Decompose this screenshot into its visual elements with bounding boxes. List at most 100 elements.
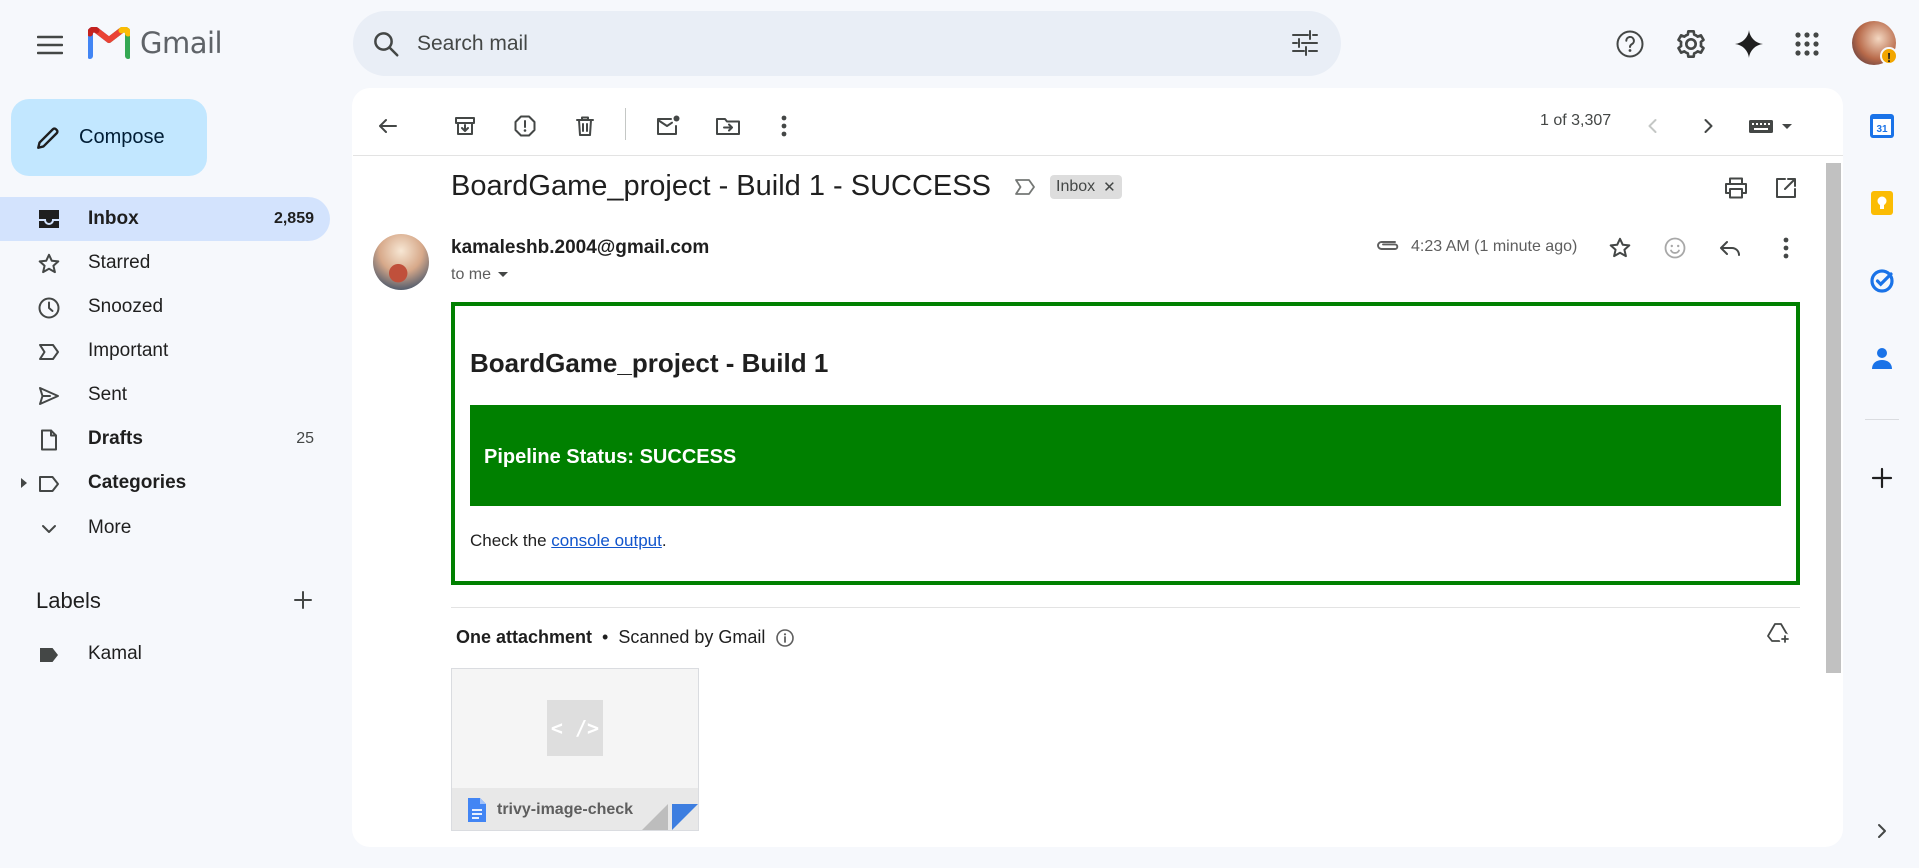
pipeline-status-text: Pipeline Status: SUCCESS [484, 446, 737, 468]
report-spam-button[interactable] [505, 106, 545, 146]
star-message-button[interactable] [1600, 228, 1640, 268]
compose-button[interactable]: Compose [11, 99, 207, 176]
importance-marker[interactable] [1014, 177, 1038, 197]
archive-button[interactable] [445, 106, 485, 146]
draft-count: 25 [296, 430, 314, 447]
sidebar-item-categories[interactable]: Categories [0, 461, 330, 505]
input-tools-button[interactable] [1744, 106, 1800, 146]
delete-button[interactable] [565, 106, 605, 146]
sidebar-label-kamal[interactable]: Kamal [0, 632, 330, 676]
sidebar-item-snoozed[interactable]: Snoozed [0, 285, 330, 329]
apps-button[interactable] [1787, 24, 1827, 64]
plus-icon [1871, 467, 1893, 489]
plus-icon [294, 591, 312, 609]
sidebar-item-more[interactable]: More [0, 506, 330, 550]
show-side-panel-button[interactable] [1862, 811, 1902, 851]
bullet-separator: • [602, 627, 609, 647]
sidebar-item-sent[interactable]: Sent [0, 373, 330, 417]
more-vert-icon [1783, 237, 1789, 259]
move-to-button[interactable] [708, 106, 748, 146]
add-to-drive-button[interactable] [1766, 622, 1792, 646]
pipeline-status-banner: Pipeline Status: SUCCESS [470, 405, 1781, 506]
body-heading: BoardGame_project - Build 1 [470, 348, 829, 378]
attachment-count-label: One attachment [456, 627, 593, 647]
report-spam-icon [514, 115, 536, 137]
more-options-button[interactable] [764, 106, 804, 146]
newer-button[interactable] [1633, 106, 1673, 146]
create-label-button[interactable] [292, 589, 314, 611]
search-options-icon[interactable] [1291, 30, 1319, 56]
inbox-label-chip[interactable]: Inbox ✕ [1050, 175, 1122, 199]
draft-icon [41, 429, 57, 451]
page-fold-shadow [642, 804, 668, 830]
keep-app-button[interactable] [1862, 183, 1902, 223]
file-preview-thumbnail: < /> [547, 700, 603, 756]
chip-label: Inbox [1056, 178, 1096, 195]
pagination-text: 1 of 3,307 [1540, 112, 1612, 129]
document-icon [468, 798, 486, 822]
reply-button[interactable] [1710, 228, 1750, 268]
message-scrollbar[interactable] [1826, 163, 1841, 673]
gear-icon [1677, 30, 1705, 58]
gemini-button[interactable] [1729, 24, 1769, 64]
star-icon [38, 253, 60, 274]
search-bar[interactable] [353, 11, 1341, 76]
attachment-filename: trivy-image-check [497, 801, 634, 818]
search-icon[interactable] [371, 29, 401, 59]
email-subject: BoardGame_project - Build 1 - SUCCESS [451, 170, 991, 202]
tasks-icon [1870, 269, 1894, 293]
attachment-indicator [1375, 236, 1401, 254]
search-input[interactable] [417, 31, 1257, 56]
open-new-window-button[interactable] [1766, 168, 1806, 208]
sidebar-item-drafts[interactable]: Drafts 25 [0, 417, 330, 461]
gmail-logo[interactable]: Gmail [88, 26, 223, 60]
back-button[interactable] [368, 106, 408, 146]
get-addons-button[interactable] [1862, 458, 1902, 498]
important-marker-icon [1015, 179, 1035, 195]
more-vert-icon [781, 115, 787, 137]
print-button[interactable] [1716, 168, 1756, 208]
sidebar-item-starred[interactable]: Starred [0, 241, 330, 285]
svg-text:31: 31 [1876, 124, 1888, 135]
contacts-app-button[interactable] [1862, 338, 1902, 378]
label-tag-icon [40, 648, 58, 662]
help-button[interactable] [1610, 24, 1650, 64]
compose-label: Compose [79, 126, 165, 148]
mark-unread-icon [657, 115, 680, 135]
apps-grid-icon [1795, 32, 1819, 56]
older-button[interactable] [1688, 106, 1728, 146]
settings-button[interactable] [1671, 24, 1711, 64]
toolbar-divider [625, 108, 626, 140]
hamburger-icon [37, 35, 63, 55]
attachment-divider [451, 607, 1800, 608]
add-reaction-button[interactable] [1655, 228, 1695, 268]
sparkle-icon [1735, 30, 1763, 58]
sender-email[interactable]: kamaleshb.2004@gmail.com [451, 237, 709, 259]
sidebar-item-label: Kamal [88, 643, 142, 664]
sender-avatar[interactable] [373, 234, 429, 290]
message-more-button[interactable] [1766, 228, 1806, 268]
contacts-icon [1872, 348, 1892, 369]
chevron-right-icon [1704, 119, 1713, 133]
chevron-left-icon [1648, 119, 1657, 133]
expand-arrow-icon[interactable] [20, 477, 28, 489]
remove-label-icon[interactable]: ✕ [1103, 178, 1116, 196]
console-output-link[interactable]: console output [551, 531, 662, 550]
attachment-card[interactable]: < /> trivy-image-check [451, 668, 699, 831]
sidebar-item-important[interactable]: Important [0, 329, 330, 373]
info-icon[interactable] [775, 628, 795, 648]
help-icon [1616, 30, 1644, 58]
tasks-app-button[interactable] [1862, 261, 1902, 301]
calendar-app-button[interactable]: 31 [1862, 106, 1902, 146]
recipient-label: to me [451, 266, 492, 283]
caret-down-icon [498, 272, 509, 277]
sidebar-item-inbox[interactable]: Inbox 2,859 [0, 197, 330, 241]
arrow-back-icon [379, 119, 397, 133]
chevron-right-icon [1878, 824, 1886, 838]
send-icon [39, 387, 59, 405]
mark-unread-button[interactable] [648, 106, 688, 146]
toolbar-divider-line [353, 155, 1843, 156]
main-menu-button[interactable] [30, 29, 70, 61]
clock-icon [38, 297, 60, 319]
recipient-details[interactable]: to me [451, 266, 509, 284]
